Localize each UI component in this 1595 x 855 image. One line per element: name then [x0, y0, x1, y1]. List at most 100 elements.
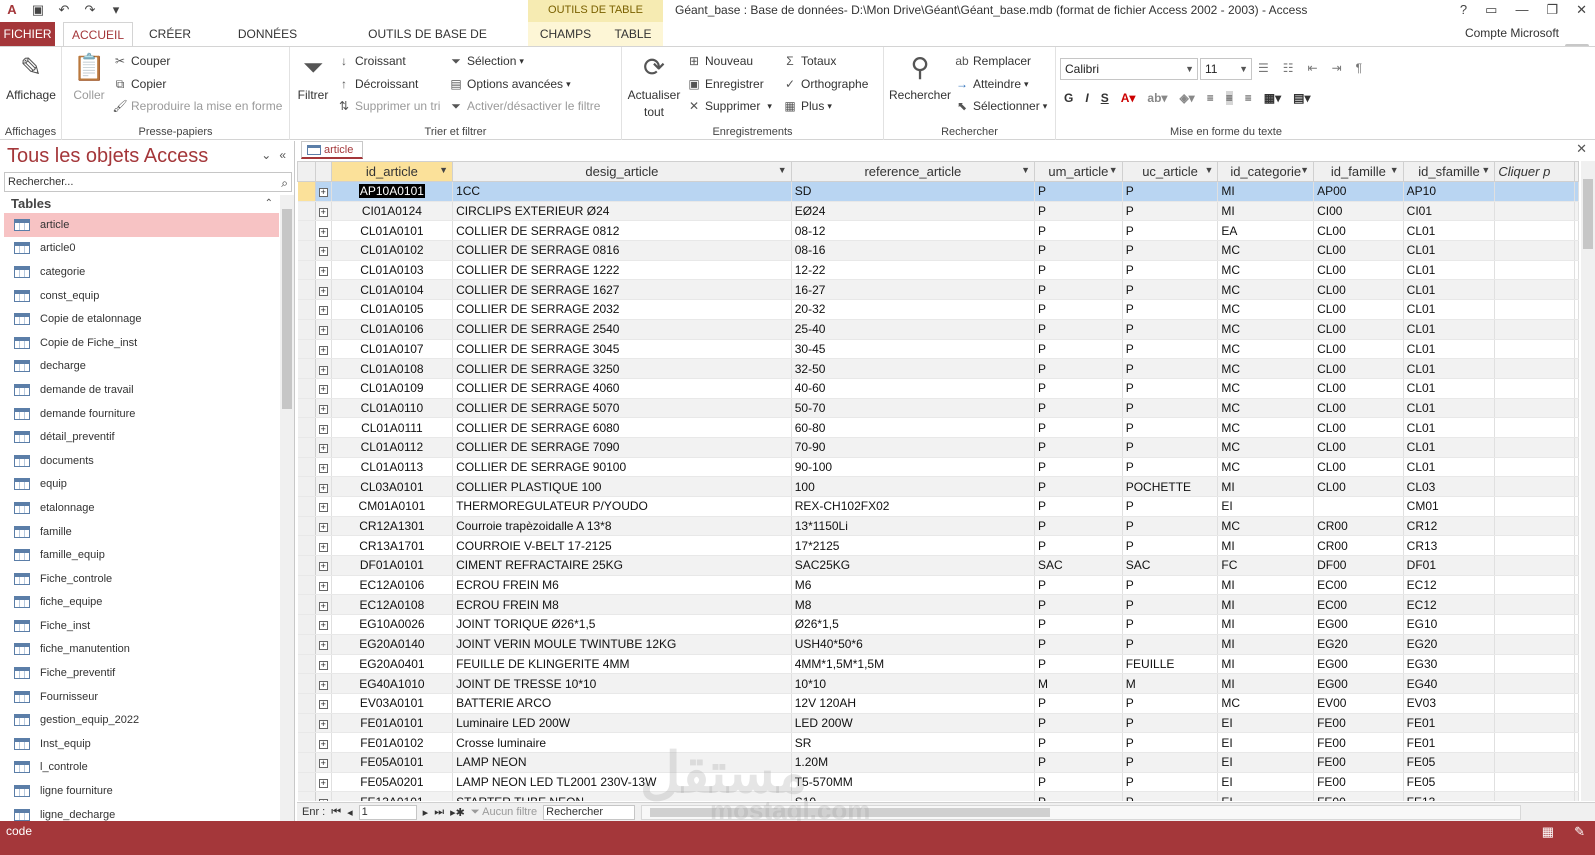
- table-row[interactable]: + EG10A0026 JOINT TORIQUE Ø26*1,5 Ø26*1,5 P P…: [297, 614, 1579, 635]
- expand-plus-icon[interactable]: +: [318, 601, 328, 611]
- table-cell[interactable]: CL01: [1403, 417, 1496, 438]
- table-cell[interactable]: SAC: [1122, 555, 1219, 576]
- table-cell[interactable]: EG20A0140: [331, 634, 454, 655]
- expand-plus-icon[interactable]: +: [318, 641, 328, 651]
- expand-cell[interactable]: +: [315, 555, 332, 576]
- nav-item-table[interactable]: Fiche_preventif: [4, 661, 279, 685]
- table-cell[interactable]: MI: [1217, 614, 1315, 635]
- nav-item-table[interactable]: Fournisseur: [4, 685, 279, 709]
- table-cell[interactable]: P: [1122, 594, 1219, 616]
- table-cell[interactable]: [1494, 673, 1575, 694]
- table-cell[interactable]: 08-16: [791, 240, 1036, 261]
- table-row[interactable]: + CL01A0106 COLLIER DE SERRAGE 2540 25-40 P P…: [297, 319, 1579, 340]
- row-selector[interactable]: [297, 555, 316, 576]
- orthographe-button[interactable]: ✓ Orthographe: [782, 76, 868, 92]
- table-cell[interactable]: EG20: [1403, 634, 1496, 655]
- table-cell[interactable]: [1494, 339, 1575, 360]
- table-row[interactable]: +FE13A0101STARTER TUBE NEONS10PPEIFE00FE…: [297, 791, 1579, 801]
- expand-plus-icon[interactable]: +: [318, 700, 328, 710]
- table-cell[interactable]: P: [1122, 437, 1219, 458]
- table-cell[interactable]: P: [1034, 358, 1123, 379]
- indent-icon[interactable]: ⇥: [1332, 61, 1342, 75]
- table-cell[interactable]: STARTER TUBE NEON: [452, 791, 792, 801]
- row-selector[interactable]: [297, 378, 316, 399]
- nav-item-table[interactable]: Copie de etalonnage: [4, 307, 279, 331]
- table-cell[interactable]: P: [1122, 260, 1219, 281]
- table-cell[interactable]: Ø26*1,5: [791, 614, 1036, 635]
- column-header[interactable]: id_article ▼: [330, 161, 454, 182]
- table-cell[interactable]: P: [1034, 457, 1123, 478]
- expand-plus-icon[interactable]: +: [318, 385, 328, 395]
- table-cell[interactable]: CL01: [1403, 279, 1496, 301]
- table-cell[interactable]: AP10A0101: [331, 181, 454, 202]
- table-cell[interactable]: 08-12: [791, 220, 1036, 242]
- table-cell[interactable]: MC: [1217, 457, 1315, 478]
- column-header[interactable]: reference_article ▼: [790, 161, 1036, 182]
- table-row[interactable]: + EC12A0108 ECROU FREIN M8 M8 P P MI EC00 EC12: [297, 594, 1579, 616]
- table-cell[interactable]: 12V 120AH: [791, 693, 1036, 714]
- add-field-header[interactable]: Cliquer p: [1494, 161, 1575, 182]
- column-filter-icon[interactable]: ▼: [1109, 165, 1118, 175]
- table-cell[interactable]: CL01: [1403, 457, 1496, 478]
- expand-plus-icon[interactable]: +: [318, 444, 328, 454]
- table-cell[interactable]: COLLIER PLASTIQUE 100: [452, 476, 792, 497]
- nav-collapse-icon[interactable]: «: [279, 148, 286, 162]
- outdent-icon[interactable]: ⇤: [1308, 61, 1318, 75]
- table-cell[interactable]: 30-45: [791, 339, 1036, 360]
- nav-section-tables[interactable]: Tables ⌃: [4, 194, 279, 214]
- table-cell[interactable]: CL01: [1403, 319, 1496, 340]
- table-cell[interactable]: [1494, 457, 1575, 478]
- table-row[interactable]: + CL01A0108 COLLIER DE SERRAGE 3250 32-50 P P…: [297, 358, 1579, 379]
- expand-cell[interactable]: +: [315, 378, 332, 399]
- expand-cell[interactable]: +: [315, 791, 332, 801]
- table-cell[interactable]: CL01A0108: [331, 358, 454, 379]
- row-selector[interactable]: [297, 457, 316, 478]
- table-cell[interactable]: COLLIER DE SERRAGE 7090: [452, 437, 792, 458]
- table-cell[interactable]: FEUILLE DE KLINGERITE 4MM: [452, 654, 792, 675]
- table-cell[interactable]: P: [1122, 693, 1219, 714]
- table-cell[interactable]: MC: [1217, 260, 1315, 281]
- tab-outils-base[interactable]: OUTILS DE BASE DE DONNÉES: [340, 22, 515, 65]
- table-cell[interactable]: 40-60: [791, 378, 1036, 399]
- expand-plus-icon[interactable]: +: [318, 542, 328, 552]
- expand-plus-icon[interactable]: +: [318, 523, 328, 533]
- column-header[interactable]: id_categorie ▼: [1217, 161, 1315, 182]
- table-row[interactable]: + AP10A0101 1CC SD P P MI AP00 AP10: [297, 181, 1579, 202]
- table-cell[interactable]: CL01: [1403, 339, 1496, 360]
- table-row[interactable]: + EG20A0401 FEUILLE DE KLINGERITE 4MM 4MM*1…: [297, 654, 1579, 675]
- table-cell[interactable]: T5-570MM: [791, 772, 1036, 793]
- table-cell[interactable]: [1494, 555, 1575, 576]
- nav-item-table[interactable]: demande de travail: [4, 378, 279, 402]
- table-cell[interactable]: SR: [791, 732, 1036, 753]
- table-cell[interactable]: EG40A1010: [331, 673, 454, 694]
- table-cell[interactable]: MI: [1217, 181, 1315, 202]
- table-cell[interactable]: EG20A0401: [331, 654, 454, 675]
- column-header[interactable]: id_sfamille ▼: [1402, 161, 1496, 182]
- table-cell[interactable]: M: [1122, 673, 1219, 694]
- table-row[interactable]: + CL01A0110 COLLIER DE SERRAGE 5070 50-70 P P…: [297, 398, 1579, 419]
- table-cell[interactable]: MC: [1217, 693, 1315, 714]
- prev-record-icon[interactable]: ◂: [347, 806, 353, 819]
- table-cell[interactable]: SD: [791, 181, 1036, 202]
- nav-item-table[interactable]: fiche_manutention: [4, 638, 279, 662]
- table-cell[interactable]: MC: [1217, 516, 1315, 537]
- table-cell[interactable]: MI: [1217, 575, 1315, 596]
- row-selector[interactable]: [297, 476, 316, 497]
- row-selector[interactable]: [297, 181, 316, 202]
- row-selector[interactable]: [297, 594, 316, 616]
- filtrer-button[interactable]: ⏷ Filtrer: [294, 51, 332, 102]
- table-cell[interactable]: Crosse luminaire: [452, 732, 792, 753]
- design-view-icon[interactable]: ✎: [1574, 824, 1585, 840]
- table-row[interactable]: + CR13A1701 COURROIE V-BELT 17-2125 17*2125…: [297, 535, 1579, 557]
- table-cell[interactable]: MC: [1217, 339, 1315, 360]
- table-cell[interactable]: P: [1122, 240, 1219, 261]
- table-cell[interactable]: [1494, 181, 1575, 202]
- expand-plus-icon[interactable]: +: [318, 582, 328, 592]
- table-cell[interactable]: P: [1034, 476, 1123, 497]
- table-cell[interactable]: P: [1034, 220, 1123, 242]
- expand-plus-icon[interactable]: +: [318, 503, 328, 513]
- table-cell[interactable]: CI01A0124: [331, 201, 454, 222]
- expand-plus-icon[interactable]: +: [318, 562, 328, 572]
- nav-item-table[interactable]: Fiche_inst: [4, 614, 279, 638]
- table-cell[interactable]: FE01A0101: [331, 713, 454, 734]
